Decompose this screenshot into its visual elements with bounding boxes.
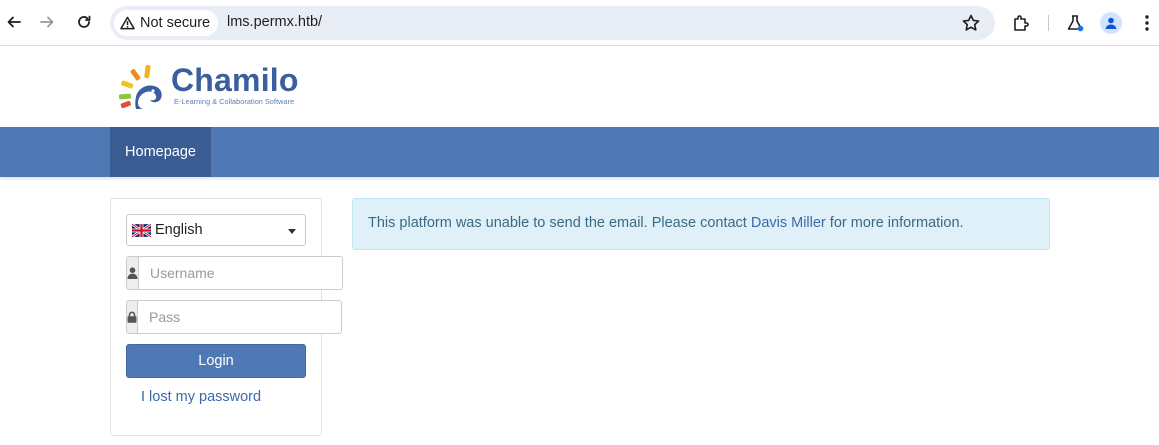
- star-icon: [962, 14, 980, 31]
- security-indicator[interactable]: Not secure: [114, 10, 219, 36]
- url-text[interactable]: lms.permx.htb/: [227, 14, 322, 30]
- lock-icon: [127, 311, 137, 323]
- reload-icon: [78, 15, 91, 28]
- address-bar[interactable]: Not secure lms.permx.htb/: [110, 6, 995, 40]
- nav-item-homepage[interactable]: Homepage: [110, 127, 211, 177]
- forward-arrow-icon: [40, 16, 54, 28]
- logo-subtitle: E-Learning & Collaboration Software: [174, 97, 295, 106]
- login-button[interactable]: Login: [126, 344, 306, 378]
- flask-icon: [1067, 15, 1084, 32]
- password-addon: [126, 300, 137, 334]
- kebab-menu-icon: [1145, 15, 1149, 31]
- info-alert: This platform was unable to send the ema…: [352, 198, 1050, 250]
- username-input[interactable]: [138, 256, 343, 290]
- selected-language: English: [155, 222, 203, 238]
- warning-icon: [120, 16, 135, 30]
- security-label: Not secure: [140, 15, 211, 31]
- chevron-down-icon: [288, 229, 296, 234]
- user-icon: [127, 267, 138, 279]
- username-group: [126, 256, 343, 290]
- password-input[interactable]: [137, 300, 342, 334]
- extensions-button[interactable]: [1007, 9, 1035, 37]
- puzzle-icon: [1014, 15, 1029, 31]
- toolbar-divider: [1048, 15, 1049, 31]
- user-avatar-icon: [1105, 17, 1117, 29]
- browser-toolbar: Not secure lms.permx.htb/: [0, 0, 1159, 46]
- back-button[interactable]: [0, 8, 28, 36]
- main-navbar: Homepage: [0, 127, 1159, 177]
- reload-button[interactable]: [70, 8, 98, 36]
- profile-button[interactable]: [1100, 12, 1122, 34]
- language-select[interactable]: English: [126, 214, 306, 246]
- uk-flag-icon: [132, 223, 151, 237]
- chameleon-logo-icon: [119, 64, 162, 109]
- username-addon: [126, 256, 138, 290]
- login-panel: English Login I lost my password: [110, 198, 343, 436]
- labs-button[interactable]: [1061, 9, 1089, 37]
- forward-button[interactable]: [33, 8, 61, 36]
- alert-text-after: for more information.: [825, 215, 964, 231]
- browser-menu-button[interactable]: [1133, 9, 1159, 37]
- chamilo-logo[interactable]: Chamilo E-Learning & Collaboration Softw…: [119, 62, 319, 113]
- password-group: [126, 300, 342, 334]
- back-arrow-icon: [7, 16, 21, 28]
- lost-password-link[interactable]: I lost my password: [141, 389, 261, 405]
- logo-title: Chamilo: [171, 62, 299, 98]
- alert-text-before: This platform was unable to send the ema…: [368, 215, 751, 231]
- contact-admin-link[interactable]: Davis Miller: [751, 215, 826, 231]
- bookmark-button[interactable]: [961, 13, 981, 38]
